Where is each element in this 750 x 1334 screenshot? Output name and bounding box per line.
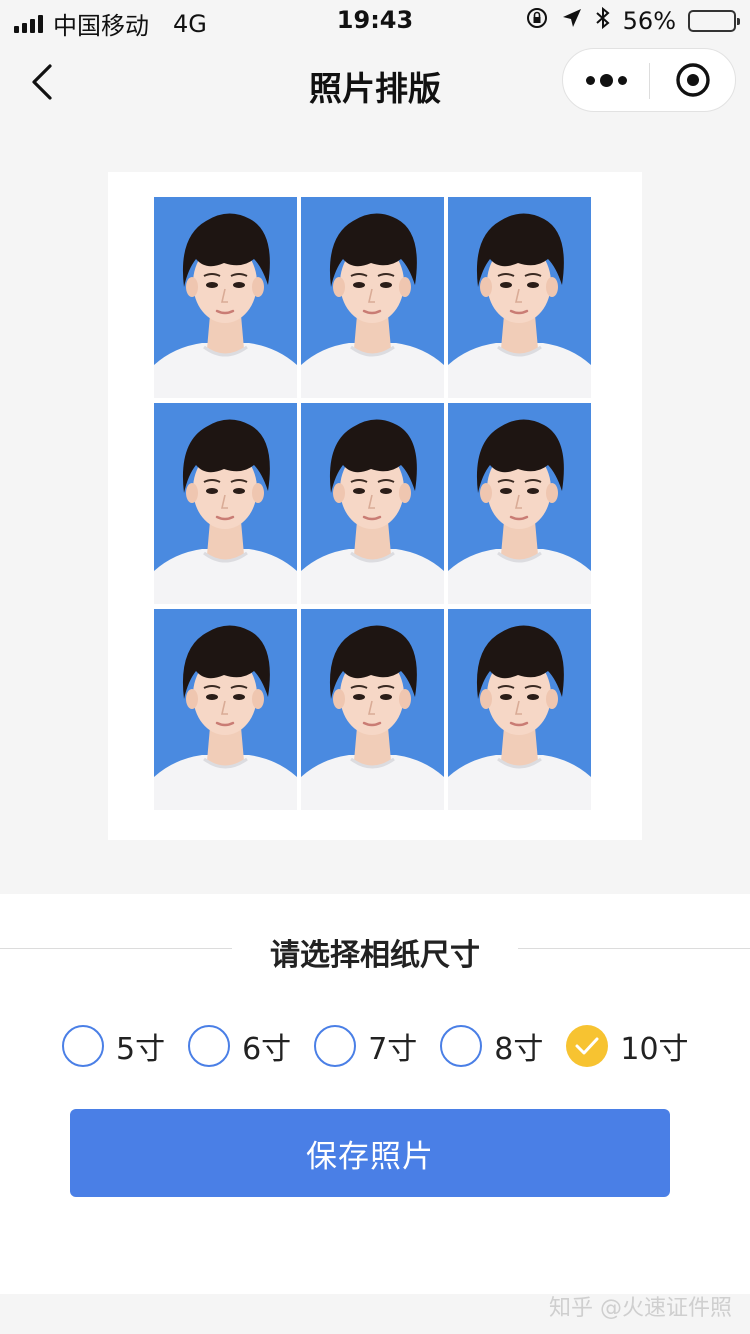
save-photo-button[interactable]: 保存照片 [70, 1109, 670, 1197]
id-photo [301, 197, 444, 398]
more-dots-icon [585, 73, 627, 87]
radio-7[interactable] [314, 1025, 357, 1067]
location-arrow-icon [561, 7, 583, 35]
photo-grid [154, 197, 592, 810]
size-option-5[interactable]: 5寸 [62, 1024, 165, 1068]
radio-8[interactable] [440, 1025, 483, 1067]
preview-area [0, 128, 750, 894]
size-panel: 请选择相纸尺寸 5寸 6寸 7寸 8寸 10寸 保存照片 [0, 894, 750, 1294]
nav-bar: 照片排版 [0, 40, 750, 128]
battery-percent: 56% [622, 7, 676, 35]
id-photo [448, 197, 591, 398]
size-option-8[interactable]: 8寸 [440, 1024, 543, 1068]
watermark: 知乎 @火速证件照 [549, 1296, 732, 1321]
photo-paper-preview [108, 172, 642, 840]
id-photo [154, 403, 297, 604]
radio-5[interactable] [62, 1025, 104, 1067]
checkmark-icon [575, 1037, 599, 1055]
id-photo [301, 609, 444, 810]
status-bar: 中国移动 4G 19:43 56% [0, 0, 750, 40]
size-label-8: 8寸 [494, 1032, 544, 1067]
status-right: 56% [525, 6, 740, 36]
size-option-7[interactable]: 7寸 [314, 1024, 417, 1068]
id-photo [154, 197, 297, 398]
size-heading: 请选择相纸尺寸 [270, 938, 480, 973]
more-button[interactable] [563, 49, 649, 111]
mini-program-capsule [562, 48, 736, 112]
size-option-6[interactable]: 6寸 [188, 1024, 291, 1068]
id-photo [448, 403, 591, 604]
id-photo [154, 609, 297, 810]
target-circle-icon [676, 63, 710, 97]
size-label-10: 10寸 [620, 1032, 689, 1067]
id-photo [448, 609, 591, 810]
rotation-lock-icon [525, 6, 549, 36]
size-label-7: 7寸 [368, 1032, 418, 1067]
battery-icon [688, 10, 740, 32]
radio-10[interactable] [566, 1025, 609, 1067]
size-option-10[interactable]: 10寸 [566, 1024, 689, 1068]
size-options: 5寸 6寸 7寸 8寸 10寸 [62, 1024, 712, 1068]
close-mini-program-button[interactable] [650, 49, 736, 111]
radio-6[interactable] [188, 1025, 231, 1067]
id-photo [301, 403, 444, 604]
size-label-6: 6寸 [242, 1032, 292, 1067]
size-label-5: 5寸 [116, 1032, 166, 1067]
bluetooth-icon [595, 6, 611, 36]
